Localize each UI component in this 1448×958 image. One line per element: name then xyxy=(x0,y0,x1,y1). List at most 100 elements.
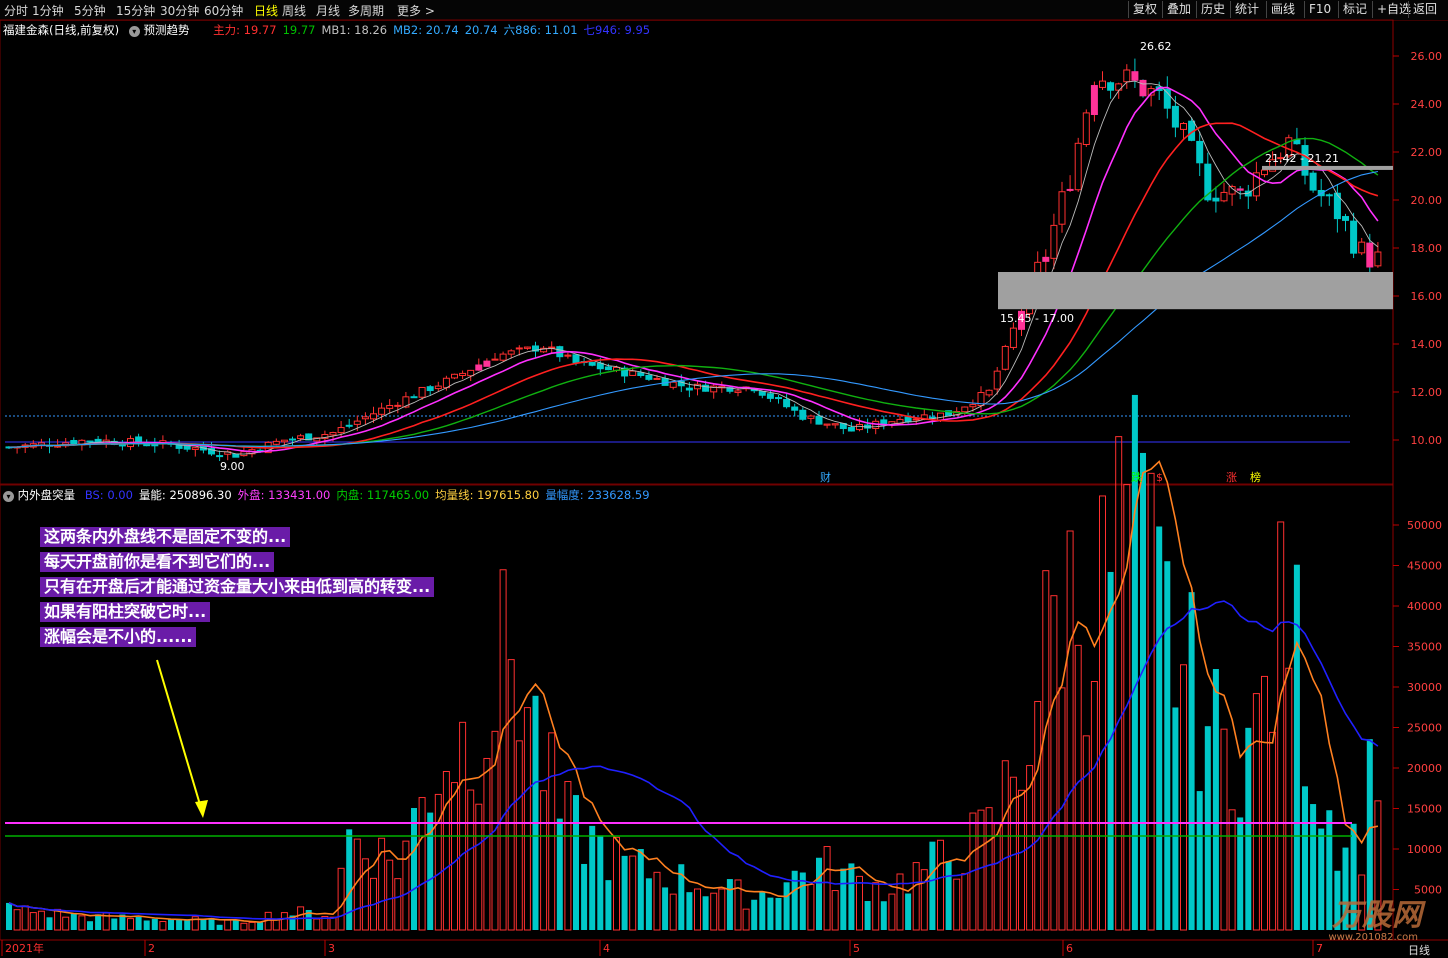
volume-bar xyxy=(248,921,256,931)
volume-bar xyxy=(912,862,920,931)
predict-trend-toggle[interactable]: ▾ 预测趋势 xyxy=(128,23,193,37)
candle-body xyxy=(645,374,653,380)
volume-bar xyxy=(216,924,223,930)
candle-body xyxy=(216,455,224,458)
volume-bar xyxy=(653,871,661,931)
volume-bar xyxy=(1156,526,1163,930)
candle-body xyxy=(1009,327,1017,348)
volume-bar xyxy=(718,888,726,931)
candle-body xyxy=(1180,123,1187,130)
candle-body xyxy=(985,389,993,396)
volume-bar xyxy=(953,878,961,931)
candle-body xyxy=(1090,85,1098,116)
volume-bar xyxy=(1147,472,1155,931)
volume-bar xyxy=(1180,664,1187,931)
support-zone-label: 15.45 - 17.00 xyxy=(1000,312,1074,325)
candle-body xyxy=(637,372,645,377)
volume-bar xyxy=(864,901,871,930)
price-axis-label: 26.00 xyxy=(1411,50,1443,63)
note-line-3: 如果有阳柱突破它时... xyxy=(40,602,211,622)
candle-body xyxy=(1196,140,1204,164)
volume-bar xyxy=(629,855,637,931)
sub-legend: ▾ 内外盘突量 BS: 0.00 量能: 250896.30 外盘: 133431.… xyxy=(3,487,656,503)
indicator-name[interactable]: 内外盘突量 xyxy=(18,488,76,502)
candle-body xyxy=(1358,241,1366,254)
volume-bar xyxy=(54,908,62,931)
volume-bar xyxy=(540,790,548,931)
volume-bar xyxy=(418,797,426,931)
volume-bar xyxy=(791,870,798,930)
volume-bar xyxy=(548,732,556,931)
volume-bar xyxy=(46,917,53,930)
sub-legend-item-1: 量能: 250896.30 xyxy=(138,488,232,502)
candle-body xyxy=(791,406,799,411)
candle-body xyxy=(183,445,191,450)
volume-bar xyxy=(386,859,394,931)
candle-body xyxy=(799,409,807,420)
volume-bar xyxy=(613,836,620,931)
volume-axis-label: 45000 xyxy=(1407,560,1442,573)
volume-bar xyxy=(840,868,847,930)
volume-bar xyxy=(200,918,207,930)
volume-bar xyxy=(459,721,467,931)
volume-axis-label: 35000 xyxy=(1407,641,1442,654)
candle-body xyxy=(143,444,151,447)
candle-body xyxy=(459,372,467,376)
note-line-1: 每天开盘前你是看不到它们的... xyxy=(40,552,275,572)
candle-body xyxy=(86,440,94,443)
volume-bar xyxy=(1115,436,1123,931)
volume-bar xyxy=(483,757,491,931)
volume-bar xyxy=(831,890,839,931)
volume-bar xyxy=(581,863,588,930)
event-marker-die: 跌 xyxy=(1131,470,1142,484)
volume-bar xyxy=(111,918,118,930)
volume-bar xyxy=(1269,731,1277,931)
volume-bar xyxy=(402,840,410,931)
chevron-down-icon[interactable]: ▾ xyxy=(3,491,14,502)
volume-bar xyxy=(759,892,766,930)
candle-body xyxy=(1099,80,1106,88)
volume-bar xyxy=(1252,693,1260,931)
volume-bar xyxy=(1188,592,1195,930)
chevron-down-icon: ▾ xyxy=(128,26,140,37)
watermark-url: www.201082.com xyxy=(1328,932,1418,943)
main-legend-item-5: 六886: 11.01 xyxy=(503,23,578,37)
candle-body xyxy=(904,416,912,423)
volume-bar xyxy=(961,873,969,931)
sub-legend-item-5: 量幅度: 233628.59 xyxy=(545,488,650,502)
volume-bar xyxy=(29,912,37,931)
support-zone xyxy=(998,272,1393,310)
event-marker-zhang: 涨 xyxy=(1226,471,1237,484)
candle-body xyxy=(961,406,969,413)
volume-bar xyxy=(783,882,790,930)
x-axis-label: 2 xyxy=(148,942,155,955)
volume-bar xyxy=(1228,809,1236,931)
candle-body xyxy=(669,381,677,388)
volume-bar xyxy=(896,873,904,931)
candle-body xyxy=(353,420,361,425)
volume-bar xyxy=(280,912,288,931)
period-corner-label: 日线 xyxy=(1408,944,1430,957)
price-axis-label: 10.00 xyxy=(1411,434,1443,447)
candle-body xyxy=(232,453,240,458)
candle-body xyxy=(523,346,531,349)
sub-legend-item-2: 外盘: 133431.00 xyxy=(237,488,331,502)
candle-body xyxy=(418,386,426,398)
volume-bar xyxy=(13,909,21,931)
volume-bar xyxy=(313,918,321,931)
volume-bar xyxy=(1220,728,1228,931)
ma-line-blue xyxy=(8,170,1379,448)
event-marker-s: $ xyxy=(1156,471,1163,484)
candle-body xyxy=(653,377,661,380)
candle-body xyxy=(629,370,637,376)
candle-body xyxy=(847,427,855,432)
volume-bar xyxy=(1237,817,1244,930)
volume-bar xyxy=(662,887,669,930)
main-legend-item-2: MB1: 18.26 xyxy=(321,23,388,37)
volume-bar xyxy=(159,921,167,931)
volume-bar xyxy=(702,896,709,930)
candle-body xyxy=(118,444,126,447)
volume-bar xyxy=(816,857,822,930)
volume-bar xyxy=(929,841,936,930)
volume-bar xyxy=(523,707,531,931)
